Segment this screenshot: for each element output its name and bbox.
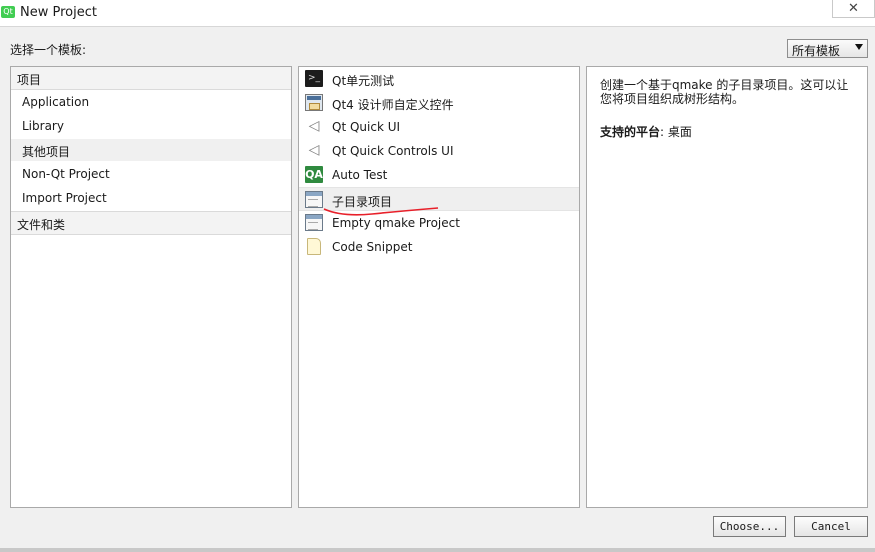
category-item-application[interactable]: Application xyxy=(11,91,291,113)
paper-plane-icon: ◁ xyxy=(308,142,320,158)
platforms-value: : 桌面 xyxy=(660,125,692,139)
supported-platforms: 支持的平台: 桌面 xyxy=(600,123,692,140)
template-filter-value: 所有模板 xyxy=(792,44,841,58)
template-item-auto-test[interactable]: QA Auto Test xyxy=(299,163,579,187)
qa-icon: QA xyxy=(305,166,323,183)
template-description: 创建一个基于qmake 的子目录项目。这可以让您将项目组织成树形结构。 xyxy=(600,78,849,106)
close-button[interactable]: ✕ xyxy=(832,0,875,18)
category-group-files-classes[interactable]: 文件和类 xyxy=(11,211,291,235)
category-group-projects[interactable]: 项目 xyxy=(11,67,291,90)
template-item-qt-quick-controls-ui[interactable]: ◁ Qt Quick Controls UI xyxy=(299,139,579,163)
document-icon xyxy=(307,238,321,255)
template-item-qt4-designer-widget[interactable]: Qt4 设计师自定义控件 xyxy=(299,91,579,115)
terminal-icon: >_ xyxy=(305,70,323,87)
choose-button[interactable]: Choose... xyxy=(713,516,786,537)
template-filter-dropdown[interactable]: 所有模板 xyxy=(787,39,868,58)
qt-logo-icon: Qt xyxy=(1,6,15,18)
widget-icon xyxy=(305,94,323,111)
window-icon xyxy=(305,214,323,231)
template-select-label: 选择一个模板: xyxy=(10,43,87,57)
category-item-library[interactable]: Library xyxy=(11,115,291,137)
template-item-code-snippet[interactable]: Code Snippet xyxy=(299,235,579,259)
category-item-non-qt-project[interactable]: Non-Qt Project xyxy=(11,163,291,185)
window-bottom-border xyxy=(0,548,875,552)
template-description-panel: 创建一个基于qmake 的子目录项目。这可以让您将项目组织成树形结构。 支持的平… xyxy=(586,66,868,508)
template-item-qt-quick-ui[interactable]: ◁ Qt Quick UI xyxy=(299,115,579,139)
template-list[interactable]: >_ Qt单元测试 Qt4 设计师自定义控件 ◁ Qt Quick UI ◁ Q… xyxy=(298,66,580,508)
cancel-button[interactable]: Cancel xyxy=(794,516,868,537)
category-item-other-projects[interactable]: 其他项目 xyxy=(11,139,291,161)
window-icon xyxy=(305,191,323,208)
platforms-label: 支持的平台 xyxy=(600,125,661,139)
chevron-down-icon xyxy=(855,44,863,50)
category-list[interactable]: 项目 Application Library 其他项目 Non-Qt Proje… xyxy=(10,66,292,508)
window-title: New Project xyxy=(20,5,97,20)
paper-plane-icon: ◁ xyxy=(308,118,320,134)
category-item-import-project[interactable]: Import Project xyxy=(11,187,291,209)
template-item-qt-unit-test[interactable]: >_ Qt单元测试 xyxy=(299,67,579,91)
annotation-underline xyxy=(323,207,439,216)
title-bar: Qt New Project ✕ xyxy=(0,0,875,27)
